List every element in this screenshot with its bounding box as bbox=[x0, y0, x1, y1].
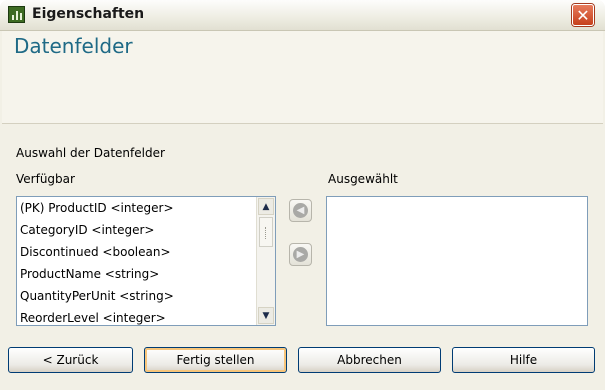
list-item[interactable]: (PK) ProductID <integer> bbox=[17, 197, 257, 219]
cancel-button[interactable]: Abbrechen bbox=[298, 347, 441, 373]
properties-dialog: Eigenschaften ✕ Datenfelder Auswahl der … bbox=[0, 0, 605, 390]
add-field-button[interactable]: ▶ bbox=[289, 243, 312, 266]
page-title: Datenfelder bbox=[14, 34, 133, 58]
scroll-down-button[interactable]: ▼ bbox=[258, 307, 274, 324]
list-item[interactable]: CategoryID <integer> bbox=[17, 219, 257, 241]
window-title: Eigenschaften bbox=[32, 6, 145, 22]
vertical-scrollbar[interactable]: ▲ ▼ bbox=[256, 197, 275, 325]
scroll-up-button[interactable]: ▲ bbox=[258, 198, 274, 215]
selected-fields-list[interactable] bbox=[326, 196, 588, 326]
remove-field-button[interactable]: ◀ bbox=[289, 199, 312, 222]
available-fields-list[interactable]: (PK) ProductID <integer> CategoryID <int… bbox=[16, 196, 276, 326]
grip-icon bbox=[265, 227, 268, 239]
scroll-thumb[interactable] bbox=[259, 217, 273, 247]
available-label: Verfügbar bbox=[16, 172, 75, 186]
list-item[interactable]: ProductName <string> bbox=[17, 263, 257, 285]
list-item[interactable]: ReorderLevel <integer> bbox=[17, 307, 257, 325]
close-button[interactable]: ✕ bbox=[572, 4, 594, 26]
help-button[interactable]: Hilfe bbox=[452, 347, 595, 373]
arrow-right-icon: ▶ bbox=[293, 247, 308, 262]
chevron-up-icon: ▲ bbox=[262, 201, 270, 212]
selected-label: Ausgewählt bbox=[328, 172, 398, 186]
available-items: (PK) ProductID <integer> CategoryID <int… bbox=[17, 197, 257, 325]
app-chart-icon bbox=[8, 6, 25, 23]
title-bar[interactable]: Eigenschaften ✕ bbox=[0, 0, 605, 31]
close-icon: ✕ bbox=[576, 5, 590, 25]
section-label: Auswahl der Datenfelder bbox=[16, 146, 165, 160]
list-item[interactable]: Discontinued <boolean> bbox=[17, 241, 257, 263]
finish-button[interactable]: Fertig stellen bbox=[144, 347, 287, 373]
chevron-down-icon: ▼ bbox=[262, 310, 270, 321]
list-item[interactable]: QuantityPerUnit <string> bbox=[17, 285, 257, 307]
back-button[interactable]: < Zurück bbox=[8, 347, 133, 373]
arrow-left-icon: ◀ bbox=[293, 203, 308, 218]
